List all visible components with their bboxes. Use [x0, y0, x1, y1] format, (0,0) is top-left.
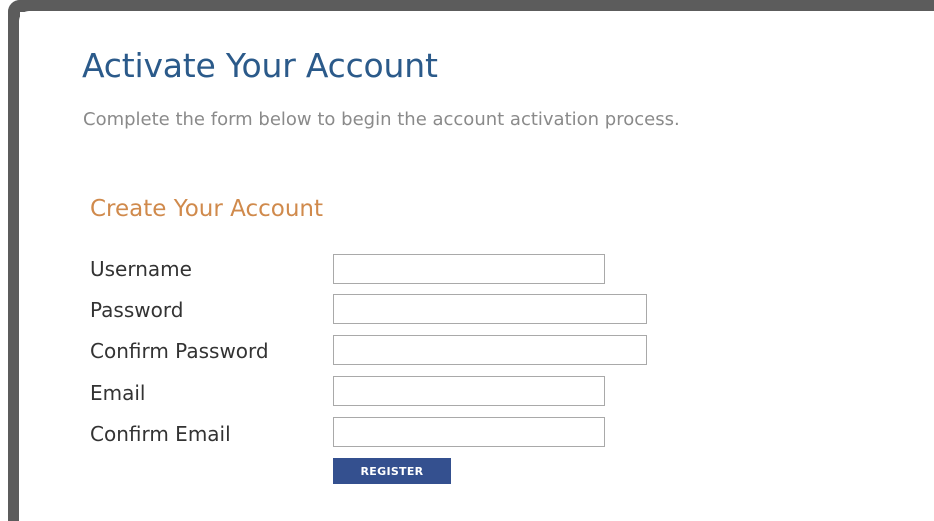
- confirm-email-label: Confirm Email: [90, 422, 231, 446]
- section-title: Create Your Account: [90, 196, 324, 222]
- email-label: Email: [90, 381, 146, 405]
- confirm-password-label: Confirm Password: [90, 339, 269, 363]
- username-input[interactable]: [333, 254, 605, 284]
- register-button[interactable]: REGISTER: [333, 458, 451, 484]
- email-input[interactable]: [333, 376, 605, 406]
- page-subtitle: Complete the form below to begin the acc…: [83, 109, 680, 130]
- page-title: Activate Your Account: [82, 46, 438, 85]
- password-label: Password: [90, 298, 184, 322]
- password-input[interactable]: [333, 294, 647, 324]
- confirm-email-input[interactable]: [333, 417, 605, 447]
- username-label: Username: [90, 257, 192, 281]
- confirm-password-input[interactable]: [333, 335, 647, 365]
